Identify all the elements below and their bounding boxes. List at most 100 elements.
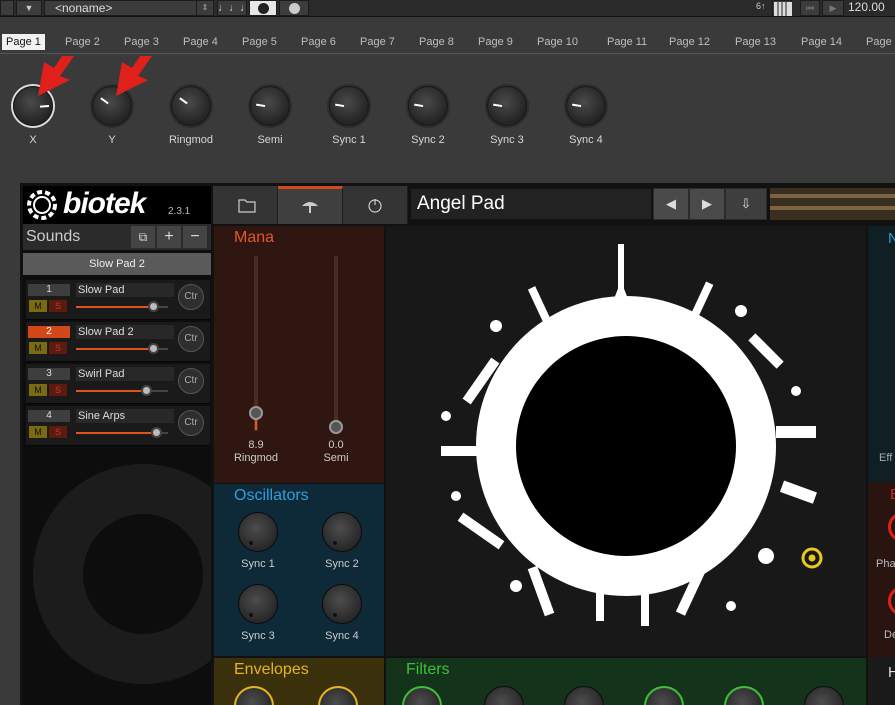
selected-sound[interactable]: Slow Pad 2 [23, 253, 211, 275]
sync-3-knob[interactable] [238, 584, 278, 624]
knob-dial[interactable] [329, 86, 369, 126]
save-preset-icon[interactable]: ⇩ [725, 188, 767, 220]
ctr-knob[interactable]: Ctr [178, 284, 204, 310]
remove-sound-button[interactable]: − [183, 226, 207, 248]
tab-page-6[interactable]: Page 6 [297, 34, 340, 50]
tab-page-15[interactable]: Page [862, 34, 895, 50]
tab-page-12[interactable]: Page 12 [665, 34, 714, 50]
semi-slider-thumb[interactable] [329, 420, 343, 434]
skip-back-icon[interactable]: ⏮ [800, 0, 820, 16]
solo-button[interactable]: S [49, 426, 67, 438]
sound-slot[interactable]: 3 M S Swirl Pad Ctr [26, 364, 210, 404]
knob-dial[interactable] [250, 86, 290, 126]
preset-display[interactable]: Angel Pad [410, 188, 652, 220]
ringmod-slider-thumb[interactable] [249, 406, 263, 420]
morph-pad[interactable] [386, 226, 866, 656]
right-knob-1[interactable] [888, 512, 895, 542]
slot-volume-thumb[interactable] [148, 301, 160, 312]
ringmod-slider-track[interactable] [254, 256, 258, 431]
dropdown-arrow-button[interactable]: ▼ [16, 0, 42, 16]
knob-sync-2[interactable]: Sync 2 [393, 86, 463, 152]
knob-semi[interactable]: Semi [235, 86, 305, 152]
knob-sync-1[interactable]: Sync 1 [314, 86, 384, 152]
preset-stepper-icon[interactable]: ⇕ [196, 0, 214, 16]
sound-slot[interactable]: 1 M S Slow Pad Ctr [26, 280, 210, 320]
host-preset-name[interactable]: <noname> [44, 0, 214, 16]
next-preset-button[interactable]: ▶ [689, 188, 725, 220]
slot-name[interactable]: Swirl Pad [76, 367, 174, 381]
morph-tab-icon[interactable] [278, 186, 343, 224]
knob-dial[interactable] [566, 86, 606, 126]
ctr-knob[interactable]: Ctr [178, 368, 204, 394]
solo-button[interactable]: S [49, 300, 67, 312]
mute-button[interactable]: M [29, 342, 47, 354]
tab-page-3[interactable]: Page 3 [120, 34, 163, 50]
knob-dial[interactable] [487, 86, 527, 126]
solo-button[interactable]: S [49, 384, 67, 396]
tab-page-7[interactable]: Page 7 [356, 34, 399, 50]
slot-number[interactable]: 3 [28, 368, 70, 380]
envelope-knob-2[interactable] [318, 686, 358, 705]
filter-knob-2[interactable] [484, 686, 524, 705]
clock-icon[interactable] [249, 0, 277, 16]
folder-icon[interactable] [213, 186, 278, 224]
filter-knob-1[interactable] [402, 686, 442, 705]
slot-volume-thumb[interactable] [140, 385, 152, 396]
knob-sync-4[interactable]: Sync 4 [551, 86, 621, 152]
slot-volume-slider[interactable] [76, 301, 168, 312]
palette-icon[interactable] [279, 0, 309, 16]
piano-icon[interactable] [772, 0, 792, 16]
slot-name[interactable]: Sine Arps [76, 409, 174, 423]
slot-number[interactable]: 2 [28, 326, 70, 338]
sound-slot[interactable]: 4 M S Sine Arps Ctr [26, 406, 210, 446]
envelope-knob-1[interactable] [234, 686, 274, 705]
mute-button[interactable]: M [29, 300, 47, 312]
tab-page-4[interactable]: Page 4 [179, 34, 222, 50]
tab-page-1[interactable]: Page 1 [2, 34, 45, 50]
slot-volume-slider[interactable] [76, 385, 168, 396]
knob-ringmod[interactable]: Ringmod [156, 86, 226, 152]
tab-page-9[interactable]: Page 9 [474, 34, 517, 50]
semi-slider-track[interactable] [334, 256, 338, 431]
sync-4-knob[interactable] [322, 584, 362, 624]
tab-page-11[interactable]: Page 11 [603, 34, 651, 50]
tab-page-2[interactable]: Page 2 [61, 34, 104, 50]
menu-button[interactable] [0, 0, 14, 16]
power-icon[interactable] [343, 186, 408, 224]
tab-page-14[interactable]: Page 14 [797, 34, 846, 50]
filter-knob-3[interactable] [564, 686, 604, 705]
filter-knob-5[interactable] [724, 686, 764, 705]
knob-dial[interactable] [408, 86, 448, 126]
mute-button[interactable]: M [29, 384, 47, 396]
prev-preset-button[interactable]: ◀ [653, 188, 689, 220]
tempo-display[interactable]: 120.00 [848, 0, 895, 16]
slot-number[interactable]: 1 [28, 284, 70, 296]
notes-icon[interactable]: ♩♩♩ [217, 0, 251, 16]
sync-2-knob[interactable] [322, 512, 362, 552]
slot-volume-slider[interactable] [76, 343, 168, 354]
play-icon[interactable]: ▶ [822, 0, 844, 16]
knob-sync-3[interactable]: Sync 3 [472, 86, 542, 152]
duplicate-icon[interactable]: ⧉ [131, 226, 155, 248]
slot-name[interactable]: Slow Pad 2 [76, 325, 174, 339]
slot-name[interactable]: Slow Pad [76, 283, 174, 297]
tab-page-13[interactable]: Page 13 [731, 34, 780, 50]
filter-knob-6[interactable] [804, 686, 844, 705]
mute-button[interactable]: M [29, 426, 47, 438]
tab-page-10[interactable]: Page 10 [533, 34, 582, 50]
solo-button[interactable]: S [49, 342, 67, 354]
tab-page-5[interactable]: Page 5 [238, 34, 281, 50]
tab-page-8[interactable]: Page 8 [415, 34, 458, 50]
slot-number[interactable]: 4 [28, 410, 70, 422]
sound-slot[interactable]: 2 M S Slow Pad 2 Ctr [26, 322, 210, 362]
knob-dial[interactable] [171, 86, 211, 126]
ctr-knob[interactable]: Ctr [178, 326, 204, 352]
right-knob-2[interactable] [888, 586, 895, 616]
slot-volume-slider[interactable] [76, 427, 168, 438]
ctr-knob[interactable]: Ctr [178, 410, 204, 436]
slot-volume-thumb[interactable] [151, 427, 163, 438]
slot-volume-thumb[interactable] [148, 343, 160, 354]
filter-knob-4[interactable] [644, 686, 684, 705]
sync-1-knob[interactable] [238, 512, 278, 552]
add-sound-button[interactable]: + [157, 226, 181, 248]
